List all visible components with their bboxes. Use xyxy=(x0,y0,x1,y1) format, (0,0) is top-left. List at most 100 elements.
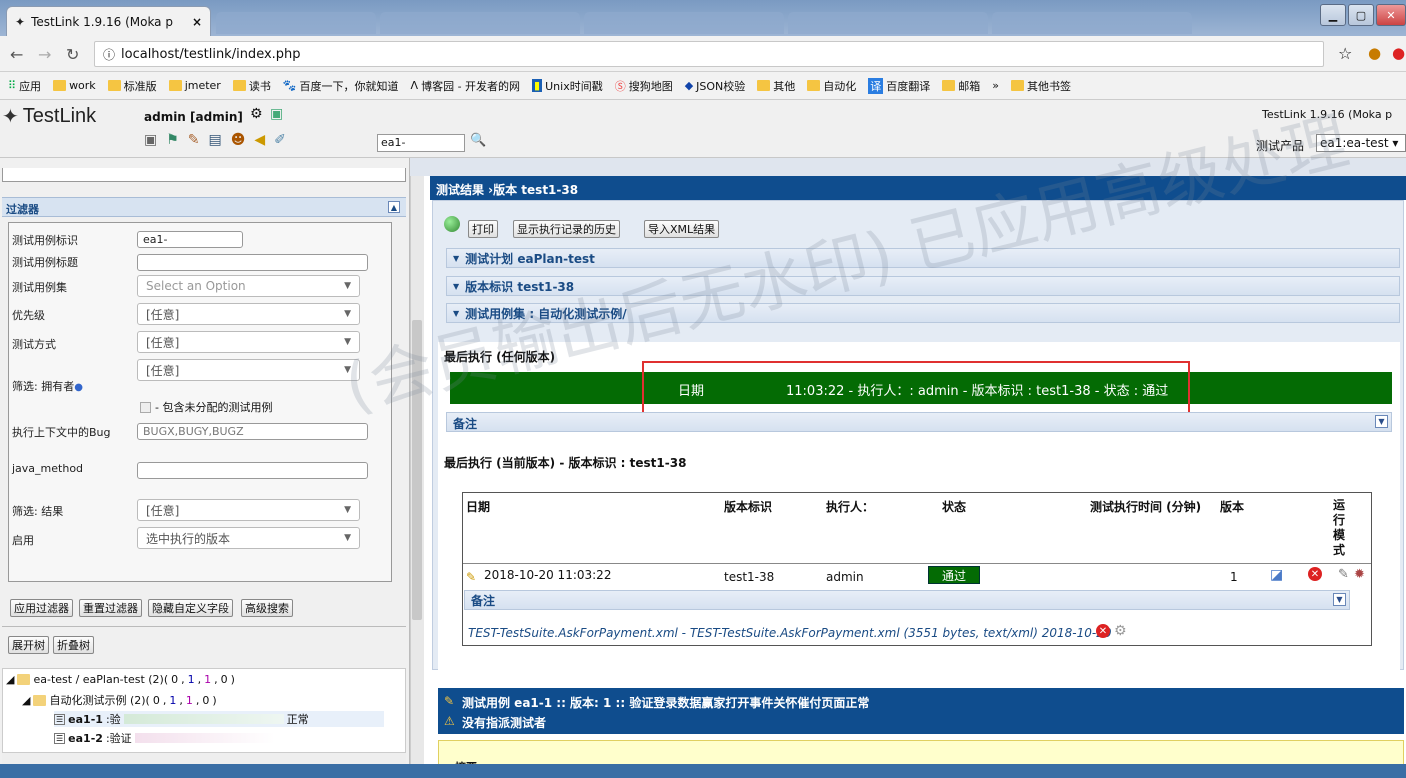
notes-bar[interactable]: 备注 ▼ xyxy=(446,412,1392,432)
expand-toggle-icon[interactable]: ▼ xyxy=(1375,415,1388,428)
product-label: 测试产品 xyxy=(1256,139,1305,153)
apps-grid-icon: ⠿ xyxy=(8,79,17,92)
extension-icon[interactable]: ● xyxy=(1368,44,1381,62)
bookmark-cnblogs[interactable]: ᐱ 博客园 - 开发者的网 xyxy=(411,78,521,94)
background-tab[interactable] xyxy=(788,12,988,34)
minimize-icon[interactable]: ▁ xyxy=(1320,4,1346,26)
bookmark-baidu[interactable]: 🐾 百度一下，你就知道 xyxy=(283,78,399,94)
logout-icon[interactable]: ▣ xyxy=(270,106,283,122)
bookmark-other-bookmarks[interactable]: 其他书签 xyxy=(1011,78,1071,94)
row-notes-bar[interactable]: 备注 ▼ xyxy=(464,590,1350,610)
tree-testcase-2[interactable]: ☰ ea1-2:验证 xyxy=(54,730,275,746)
advanced-search-button[interactable]: 高级搜索 xyxy=(241,599,293,617)
reset-filter-button[interactable]: 重置过滤器 xyxy=(79,599,142,617)
forward-icon[interactable]: → xyxy=(38,45,51,64)
col-header-tester: 执行人： xyxy=(826,500,875,514)
collapse-icon[interactable]: ▲ xyxy=(388,201,400,213)
background-tab[interactable] xyxy=(380,12,580,34)
bookmark-standard[interactable]: 标准版 xyxy=(107,78,157,94)
tree-suite-node[interactable]: ◢ 自动化测试示例 (2)( 0, 1, 1, 0) xyxy=(22,692,217,708)
bookmark-sogou[interactable]: Ⓢ 搜狗地图 xyxy=(615,78,673,94)
current-user: admin [admin] xyxy=(144,110,243,124)
bookmark-apps[interactable]: ⠿ 应用 xyxy=(8,78,41,94)
include-unassigned-checkbox[interactable]: - 包含未分配的测试用例 xyxy=(140,399,272,415)
edit-icon[interactable]: ✎ xyxy=(1338,567,1349,582)
bookmark-auto[interactable]: 自动化 xyxy=(807,78,856,94)
execute-icon[interactable]: ◀ xyxy=(254,132,265,148)
owner-select[interactable]: [任意] ▼ xyxy=(137,359,360,381)
bugs-input[interactable]: BUGX,BUGY,BUGZ xyxy=(137,423,368,440)
bookmark-json[interactable]: ◆ JSON校验 xyxy=(685,78,746,94)
tc-suite-select[interactable]: Select an Option ▼ xyxy=(137,275,360,297)
reports-icon[interactable]: ✐ xyxy=(274,132,286,148)
tree-horizontal-scrollbar[interactable] xyxy=(2,752,406,764)
section-test-plan[interactable]: ▼ 测试计划 eaPlan-test xyxy=(446,248,1400,268)
delete-icon[interactable]: ✕ xyxy=(1308,567,1322,581)
section-build[interactable]: ▼ 版本标识 test1-38 xyxy=(446,276,1400,296)
search-icon[interactable]: 🔍 xyxy=(470,133,486,148)
background-tab[interactable] xyxy=(584,12,784,34)
edit-note-icon[interactable]: ✎ xyxy=(466,570,476,584)
tab-close-icon[interactable]: × xyxy=(192,15,202,29)
back-icon[interactable]: ← xyxy=(10,45,23,64)
apply-filter-button[interactable]: 应用过滤器 xyxy=(10,599,73,617)
specification-icon[interactable]: ▤ xyxy=(209,132,222,148)
extension-icon[interactable]: ● xyxy=(1392,44,1405,62)
collapse-tree-button[interactable]: 折叠树 xyxy=(53,636,94,654)
tc-id-input[interactable]: ea1- xyxy=(137,231,243,248)
desktop-icon[interactable]: ▣ xyxy=(144,132,157,148)
bookmarks-overflow[interactable]: » xyxy=(992,79,999,92)
tree-icon[interactable]: ⚑ xyxy=(166,132,179,148)
testlink-logo[interactable]: ✦ TestLink xyxy=(2,104,96,129)
scrollbar-thumb[interactable] xyxy=(412,320,422,620)
bugs-label: 执行上下文中的Bug xyxy=(12,426,111,439)
bookmark-jmeter[interactable]: jmeter xyxy=(168,79,221,92)
url-field[interactable]: ⓘ localhost/testlink/index.php xyxy=(94,41,1324,67)
folder-icon xyxy=(1011,80,1025,91)
row-version: 1 xyxy=(1230,570,1238,584)
edit-testcase-icon[interactable]: ✎ xyxy=(444,694,454,708)
tc-title-input[interactable] xyxy=(137,254,368,271)
result-select[interactable]: [任意] ▼ xyxy=(137,499,360,521)
section-test-suite[interactable]: ▼ 测试用例集 : 自动化测试示例/ xyxy=(446,303,1400,323)
attachment-link[interactable]: TEST-TestSuite.AskForPayment.xml - TEST-… xyxy=(468,626,1112,640)
bookmark-unix[interactable]: ▮ Unix时间戳 xyxy=(532,78,603,94)
background-tab[interactable] xyxy=(992,12,1192,34)
blurred-text xyxy=(134,733,275,743)
product-select[interactable]: ea1:ea-test ▾ xyxy=(1316,134,1406,152)
testcase-search-input[interactable]: ea1- xyxy=(377,134,465,152)
tree-testcase-1[interactable]: ☰ ea1-1:验 正常 xyxy=(54,711,384,727)
requirements-icon[interactable]: ✎ xyxy=(188,132,200,148)
expand-toggle-icon[interactable]: ▼ xyxy=(1333,593,1346,606)
bookmark-reading[interactable]: 读书 xyxy=(232,78,271,94)
gear-icon[interactable]: ⚙ xyxy=(1114,623,1127,639)
print-button[interactable]: 打印 xyxy=(468,220,498,238)
tree-root-node[interactable]: ◢ ea-test / eaPlan-test (2)( 0, 1, 1, 0) xyxy=(6,673,235,686)
bookmark-mail[interactable]: 邮箱 xyxy=(942,78,980,94)
reload-icon[interactable]: ↻ xyxy=(66,45,79,64)
delete-attachment-icon[interactable]: ✕ xyxy=(1096,624,1110,638)
bookmark-other[interactable]: 其他 xyxy=(757,78,795,94)
enable-select[interactable]: 选中执行的版本 ▼ xyxy=(137,527,360,549)
import-xml-button[interactable]: 导入XML结果 xyxy=(644,220,720,238)
hide-custom-fields-button[interactable]: 隐藏自定义字段 xyxy=(148,599,233,617)
help-icon[interactable]: ● xyxy=(74,382,83,393)
browser-tab[interactable]: ✦ TestLink 1.9.16 (Moka p × xyxy=(6,6,211,36)
attachment-icon[interactable]: ◪ xyxy=(1270,567,1283,583)
bookmark-star-icon[interactable]: ☆ xyxy=(1338,44,1352,63)
folder-icon xyxy=(17,674,31,685)
bug-icon[interactable]: ✹ xyxy=(1354,567,1365,582)
filter-panel-header[interactable]: 过滤器 ▲ xyxy=(2,197,406,217)
show-history-button[interactable]: 显示执行记录的历史 xyxy=(513,220,620,238)
user-settings-icon[interactable]: ⚙ xyxy=(250,106,263,122)
maximize-icon[interactable]: ▢ xyxy=(1348,4,1374,26)
window-close-icon[interactable]: ✕ xyxy=(1376,4,1406,26)
bookmark-translate[interactable]: 译百度翻译 xyxy=(868,77,930,94)
bookmark-work[interactable]: work xyxy=(53,79,96,92)
java-method-input[interactable] xyxy=(137,462,368,479)
background-tab[interactable] xyxy=(216,12,376,34)
user-icon[interactable]: ☻ xyxy=(231,132,246,148)
exec-type-select[interactable]: [任意] ▼ xyxy=(137,331,360,353)
expand-tree-button[interactable]: 展开树 xyxy=(8,636,49,654)
priority-select[interactable]: [任意] ▼ xyxy=(137,303,360,325)
